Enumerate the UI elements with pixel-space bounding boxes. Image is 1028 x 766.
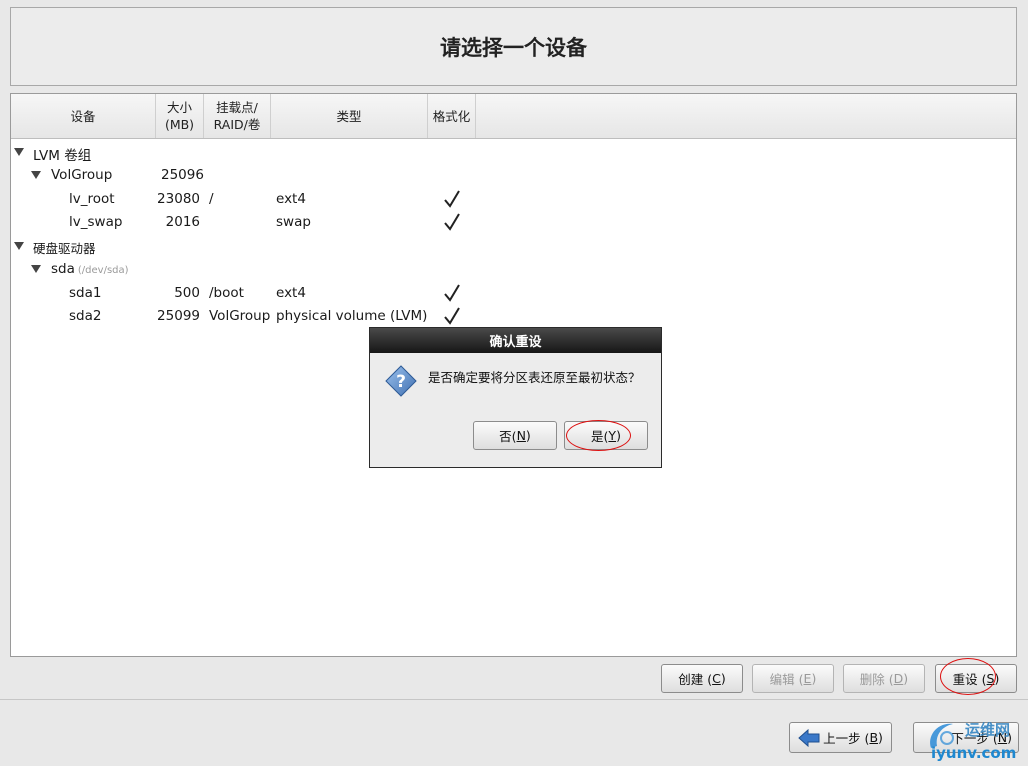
format-check-icon[interactable]: [443, 306, 461, 326]
page-header: 请选择一个设备: [10, 7, 1017, 86]
delete-button-close: ): [903, 671, 909, 686]
yes-button[interactable]: 是(Y): [564, 421, 648, 450]
yes-button-label: 是(: [591, 429, 609, 444]
create-button-key: C: [712, 671, 721, 686]
column-header-device[interactable]: 设备: [11, 94, 156, 138]
no-button[interactable]: 否(N): [473, 421, 557, 450]
back-button-close: ): [878, 730, 883, 745]
table-row[interactable]: 硬盘驱动器: [11, 235, 1016, 258]
table-row[interactable]: VolGroup 25096: [11, 164, 1016, 187]
device-name: VolGroup: [51, 167, 113, 183]
expander-triangle-icon[interactable]: [31, 171, 41, 179]
table-row[interactable]: sda1 500 /boot ext4: [11, 282, 1016, 305]
watermark-text-top: 运维网: [965, 721, 1011, 739]
device-name: 硬盘驱动器: [33, 241, 96, 256]
back-button-label: 上一步 (: [823, 731, 870, 746]
create-button-label: 创建 (: [678, 672, 713, 687]
question-icon: ?: [385, 365, 417, 397]
device-name: sda2: [69, 308, 102, 324]
column-header-type[interactable]: 类型: [271, 94, 428, 138]
table-row[interactable]: LVM 卷组: [11, 141, 1016, 164]
device-type: ext4: [276, 191, 306, 207]
delete-button-label: 删除 (: [859, 672, 894, 687]
format-check-icon[interactable]: [443, 283, 461, 303]
dialog-title: 确认重设: [370, 328, 661, 353]
watermark-text-bottom: iyunv.com: [931, 744, 1017, 762]
reset-button-label: 重设 (: [952, 672, 987, 687]
device-mount: /boot: [209, 285, 244, 301]
edit-button-label: 编辑 (: [769, 672, 804, 687]
device-type: swap: [276, 214, 311, 230]
device-mount: VolGroup: [209, 308, 271, 324]
column-header-size[interactable]: 大小 (MB): [156, 94, 204, 138]
edit-button-close: ): [811, 671, 817, 686]
table-row[interactable]: sda (/dev/sda): [11, 258, 1016, 281]
edit-button-key: E: [803, 671, 812, 686]
table-row[interactable]: lv_root 23080 / ext4: [11, 188, 1016, 211]
edit-button[interactable]: 编辑 (E): [752, 664, 834, 693]
reset-button-close: ): [994, 671, 1000, 686]
column-header-mount[interactable]: 挂载点/ RAID/卷: [204, 94, 271, 138]
create-button-close: ): [720, 671, 726, 686]
back-button[interactable]: 上一步 (B): [789, 722, 892, 753]
device-name: sda: [51, 261, 75, 277]
table-header: 设备 大小 (MB) 挂载点/ RAID/卷 类型 格式化: [11, 94, 1016, 139]
no-button-key: N: [516, 428, 526, 443]
expander-triangle-icon[interactable]: [14, 148, 24, 156]
table-row[interactable]: lv_swap 2016 swap: [11, 211, 1016, 234]
device-size: 2016: [165, 214, 200, 230]
device-size: 25099: [157, 308, 200, 324]
device-name: sda1: [69, 285, 102, 301]
device-path: (/dev/sda): [77, 265, 129, 276]
no-button-close: ): [525, 428, 531, 443]
device-type: ext4: [276, 285, 306, 301]
delete-button[interactable]: 删除 (D): [843, 664, 925, 693]
delete-button-key: D: [893, 671, 904, 686]
yes-button-key: Y: [608, 428, 617, 443]
create-button[interactable]: 创建 (C): [661, 664, 743, 693]
column-header-format[interactable]: 格式化: [428, 94, 476, 138]
reset-button[interactable]: 重设 (S): [935, 664, 1017, 693]
bottom-separator: [0, 699, 1028, 700]
format-check-icon[interactable]: [443, 189, 461, 209]
device-name: LVM 卷组: [33, 148, 92, 164]
page-title: 请选择一个设备: [440, 35, 587, 60]
confirm-reset-dialog: 确认重设 ? 是否确定要将分区表还原至最初状态？ 否(N) 是(Y): [369, 327, 662, 468]
back-button-key: B: [869, 730, 879, 745]
svg-text:?: ?: [396, 372, 406, 392]
device-name: lv_root: [69, 191, 115, 207]
watermark: 运维网 iyunv.com: [925, 716, 1025, 766]
device-name-group: sda (/dev/sda): [51, 261, 129, 277]
expander-triangle-icon[interactable]: [14, 242, 24, 250]
device-size: 25096: [161, 167, 204, 183]
expander-triangle-icon[interactable]: [31, 265, 41, 273]
table-row[interactable]: sda2 25099 VolGroup physical volume (LVM…: [11, 305, 1016, 328]
reset-button-key: S: [986, 671, 995, 686]
device-size: 23080: [157, 191, 200, 207]
back-arrow-icon: [798, 728, 820, 747]
yes-button-close: ): [616, 428, 621, 443]
device-mount: /: [209, 191, 214, 207]
dialog-message: 是否确定要将分区表还原至最初状态？: [428, 370, 641, 385]
device-name: lv_swap: [69, 214, 123, 230]
format-check-icon[interactable]: [443, 212, 461, 232]
device-size: 500: [174, 285, 200, 301]
dialog-body: ? 是否确定要将分区表还原至最初状态？ 否(N) 是(Y): [370, 353, 661, 467]
no-button-label: 否(: [499, 429, 517, 444]
device-type: physical volume (LVM): [276, 308, 428, 324]
